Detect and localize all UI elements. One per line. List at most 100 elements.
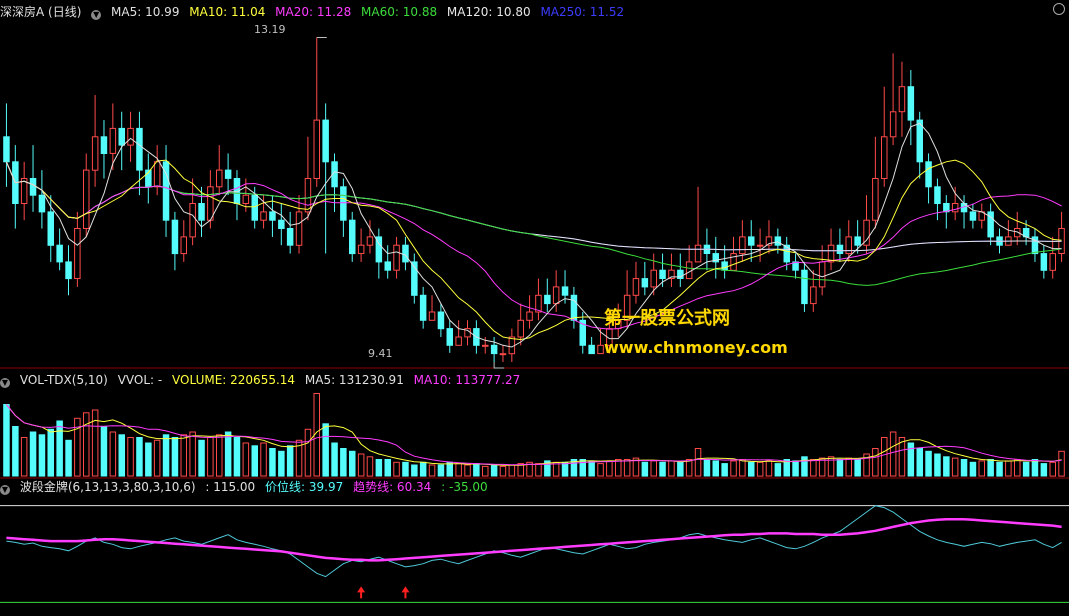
candle-body	[340, 186, 347, 221]
volume-bar	[943, 456, 950, 477]
volume-bar	[597, 463, 604, 477]
candle-body	[455, 336, 462, 346]
stock-title[interactable]: 深深房A (日线)	[0, 5, 81, 19]
volume-bar	[845, 457, 852, 477]
volume-bar	[428, 464, 436, 477]
volume-bar	[677, 461, 684, 477]
gear-icon[interactable]	[1053, 3, 1065, 15]
volume-bar	[109, 431, 117, 477]
candle-body	[756, 244, 764, 247]
volume-bar	[756, 461, 764, 477]
volume-bar	[951, 457, 959, 477]
volume-bar	[171, 437, 179, 477]
candle-body	[136, 127, 143, 171]
candle-body	[224, 169, 232, 179]
candle-body	[889, 111, 897, 138]
candle-body	[544, 294, 551, 305]
candle-body	[29, 178, 37, 196]
candle-body	[969, 211, 977, 221]
volume-bar	[242, 442, 250, 477]
volume-bar	[56, 420, 63, 477]
candle-body	[774, 236, 782, 246]
volume-bar	[765, 460, 773, 477]
volume-bar	[606, 460, 613, 477]
volume-bar	[136, 437, 143, 477]
candle-body	[641, 278, 649, 288]
volume-bar	[83, 412, 90, 477]
volume-bar	[810, 459, 817, 477]
indicator-name[interactable]: 波段金牌(6,13,13,3,80,3,10,6)	[20, 480, 196, 494]
settings-circle-icon[interactable]: ▼	[91, 10, 102, 20]
volume-bar	[685, 459, 693, 477]
stock-chart[interactable]	[0, 0, 1069, 616]
volume-bar	[419, 461, 427, 477]
indicator-header: ▼ 波段金牌(6,13,13,3,80,3,10,6) : 115.00 价位线…	[0, 479, 494, 495]
volume-bar	[464, 464, 471, 477]
volume-bar	[774, 463, 782, 477]
volume-bar	[482, 465, 489, 477]
volume-bar	[960, 459, 968, 477]
candle-body	[925, 161, 932, 188]
volume-bar	[402, 461, 409, 477]
candle-body	[251, 194, 258, 221]
price-line-label: 价位线: 39.97	[265, 480, 344, 494]
candle-body	[632, 278, 640, 296]
candle-body	[313, 119, 320, 179]
candle-body	[490, 344, 498, 355]
volume-bar	[189, 431, 196, 477]
candle-body	[91, 136, 99, 171]
high-price-label: 13.19	[254, 23, 286, 36]
vvol-label: VVOL: -	[117, 373, 163, 387]
volume-bar	[366, 456, 374, 477]
volume-bar	[1040, 463, 1048, 477]
candle-body	[384, 261, 391, 271]
trend-line-label: 趋势线: 60.34	[353, 480, 432, 494]
volume-bar	[437, 464, 445, 477]
candle-body	[685, 261, 693, 280]
candle-body	[650, 269, 657, 288]
volume-bar	[233, 437, 241, 477]
candle-body	[552, 286, 560, 305]
candle-body	[56, 244, 63, 263]
candle-body	[1049, 253, 1056, 271]
candle-body	[907, 86, 915, 121]
candle-body	[242, 194, 250, 204]
settings-circle-icon[interactable]: ▼	[0, 378, 10, 388]
volume-bar	[162, 434, 170, 477]
volume-bar	[916, 448, 923, 477]
volume-bar	[3, 404, 10, 477]
volume-bar	[357, 453, 365, 477]
vol-name[interactable]: VOL-TDX(5,10)	[20, 373, 108, 387]
volume-bar	[340, 448, 347, 477]
volume-bar	[251, 445, 258, 477]
volume-bar	[987, 459, 994, 477]
candle-body	[898, 86, 906, 113]
volume-bar	[349, 450, 356, 477]
volume-bar	[455, 463, 462, 477]
settings-circle-icon[interactable]: ▼	[0, 485, 10, 495]
volume-bar	[792, 460, 799, 477]
volume-bar	[65, 439, 72, 477]
low-marker	[493, 362, 505, 369]
candle-body	[517, 319, 524, 338]
volume-bar	[721, 463, 728, 477]
volume-bar	[29, 431, 37, 477]
candle-body	[597, 344, 604, 355]
candle-body	[934, 186, 941, 205]
main-header: 深深房A (日线) ▼ MA5: 10.99 MA10: 11.04 MA20:…	[0, 4, 630, 20]
candle-body	[1040, 253, 1048, 271]
candle-body	[109, 127, 117, 154]
volume-bar	[668, 460, 675, 477]
candle-body	[437, 311, 445, 330]
ma120-label: MA120: 10.80	[446, 5, 531, 19]
volume-bar	[331, 442, 338, 477]
volume-bar	[91, 409, 99, 477]
volume-bar	[12, 426, 19, 477]
watermark-url: www.chnmoney.com	[604, 338, 788, 357]
volume-bar	[180, 434, 187, 477]
volume-bar	[118, 434, 125, 477]
volume-bar	[730, 460, 737, 477]
candle-body	[83, 169, 90, 230]
candle-body	[951, 203, 959, 213]
volume-bar	[1005, 460, 1012, 477]
